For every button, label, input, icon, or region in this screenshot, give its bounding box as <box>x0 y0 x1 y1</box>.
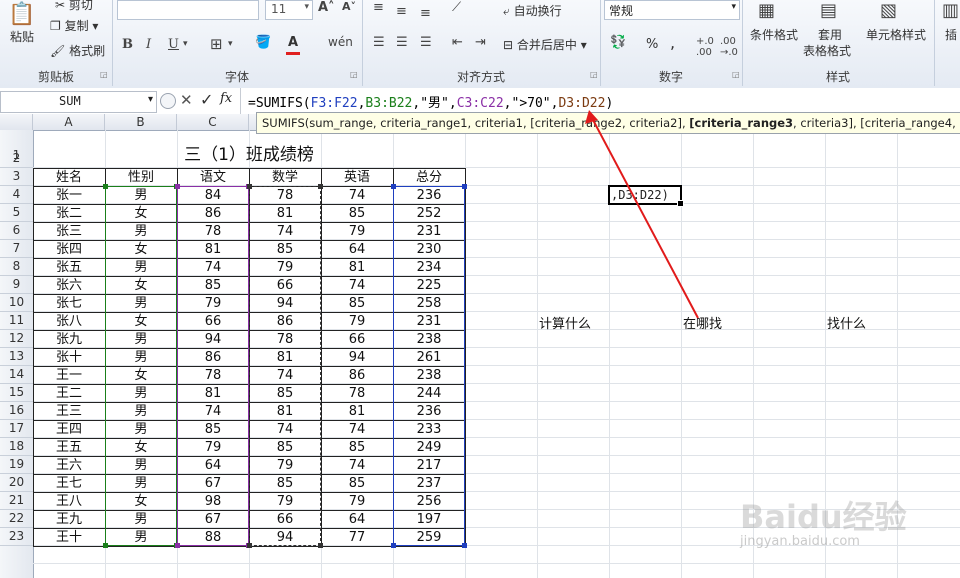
watermark-url: jingyan.baidu.com <box>740 534 860 549</box>
watermark-logo: Baidu经验 <box>740 498 907 536</box>
